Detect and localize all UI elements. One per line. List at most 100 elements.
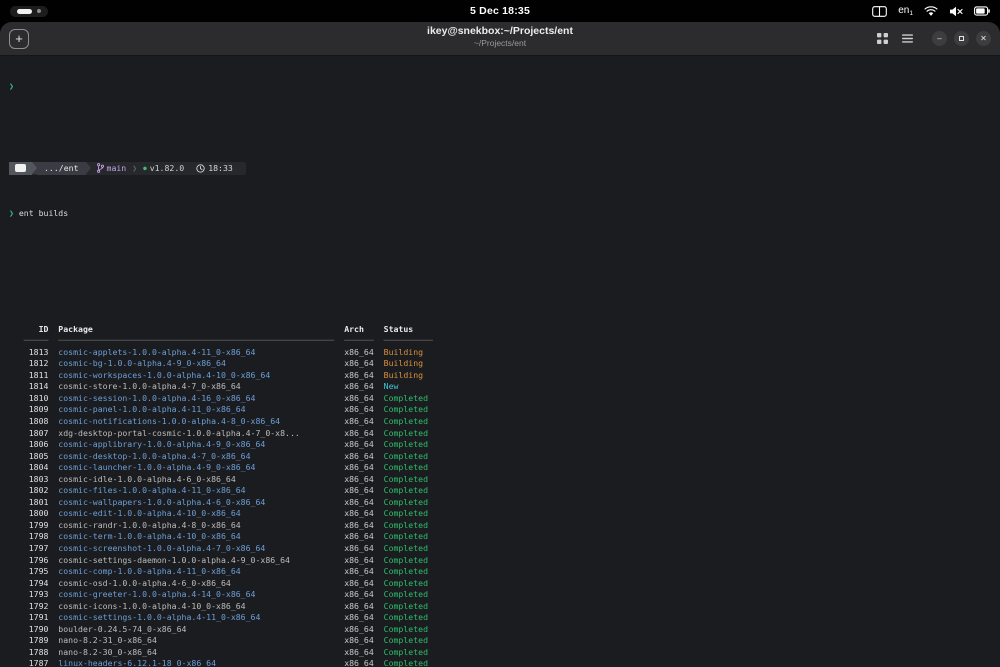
command-text: ent builds: [18, 208, 69, 219]
table-row: 1792 cosmic-icons-1.0.0-alpha.4-10_0-x86…: [9, 601, 992, 613]
row-status: Building: [383, 369, 424, 380]
maximize-button[interactable]: [954, 31, 969, 46]
row-package: cosmic-store-1.0.0-alpha.4-7_0-x86_64: [58, 381, 335, 392]
row-status: Completed: [383, 658, 429, 667]
row-arch: x86_64: [344, 415, 374, 426]
grid-icon: [877, 33, 888, 44]
row-id: 1810: [9, 392, 49, 403]
close-icon: ✕: [980, 33, 987, 43]
row-arch: x86_64: [344, 496, 374, 507]
separator: ─────: [9, 335, 49, 346]
table-row: 1802 cosmic-files-1.0.0-alpha.4-11_0-x86…: [9, 485, 992, 497]
workspace-indicator[interactable]: [10, 5, 48, 17]
row-status: Completed: [383, 508, 429, 519]
minimize-button[interactable]: –: [932, 31, 947, 46]
table-row: 1799 cosmic-randr-1.0.0-alpha.4-8_0-x86_…: [9, 520, 992, 532]
row-arch: x86_64: [344, 404, 374, 415]
active-workspace-pill: [17, 8, 32, 14]
row-id: 1803: [9, 473, 49, 484]
table-row: 1789 nano-8.2-31_0-x86_64 x86_64 Complet…: [9, 635, 992, 647]
table-row: 1806 cosmic-applibrary-1.0.0-alpha.4-9_0…: [9, 439, 992, 451]
separator: ────────────────────────────────────────…: [58, 335, 335, 346]
clock[interactable]: 5 Dec 18:35: [470, 5, 530, 17]
hamburger-icon: [902, 34, 913, 43]
table-row: 1796 cosmic-settings-daemon-1.0.0-alpha.…: [9, 555, 992, 567]
table-row: 1814 cosmic-store-1.0.0-alpha.4-7_0-x86_…: [9, 381, 992, 393]
col-header-arch: Arch: [344, 323, 374, 334]
prompt-bar-wrap: .../ent main ❯ ● v1.82.0 18:33: [9, 161, 246, 175]
row-status: Building: [383, 346, 424, 357]
row-id: 1787: [9, 658, 49, 667]
close-button[interactable]: ✕: [976, 31, 991, 46]
row-status: Completed: [383, 450, 429, 461]
row-package: cosmic-comp-1.0.0-alpha.4-11_0-x86_64: [58, 566, 335, 577]
row-package: linux-headers-6.12.1-18_0-x86_64: [58, 658, 335, 667]
table-row: 1790 boulder-0.24.5-74_0-x86_64 x86_64 C…: [9, 624, 992, 636]
row-arch: x86_64: [344, 577, 374, 588]
tab-overview-button[interactable]: [874, 30, 891, 47]
window-controls: – ✕: [932, 31, 991, 46]
separator: ──────: [344, 335, 374, 346]
table-row: 1800 cosmic-edit-1.0.0-alpha.4-10_0-x86_…: [9, 508, 992, 520]
window-title: ikey@snekbox:~/Projects/ent: [427, 25, 573, 37]
title-block: ikey@snekbox:~/Projects/ent ~/Projects/e…: [427, 25, 573, 48]
row-status: Completed: [383, 427, 429, 438]
table-row: 1791 cosmic-settings-1.0.0-alpha.4-11_0-…: [9, 612, 992, 624]
row-package: cosmic-applets-1.0.0-alpha.4-11_0-x86_64: [58, 346, 335, 357]
row-package: boulder-0.24.5-74_0-x86_64: [58, 623, 335, 634]
row-status: Completed: [383, 404, 429, 415]
row-id: 1799: [9, 519, 49, 530]
menu-button[interactable]: [899, 31, 916, 46]
row-status: Completed: [383, 600, 429, 611]
table-row: 1812 cosmic-bg-1.0.0-alpha.4-9_0-x86_64 …: [9, 358, 992, 370]
terminal[interactable]: ❯ .../ent main ❯ ● v1.82.0 18:33 ❯ ent b…: [0, 56, 1000, 667]
row-id: 1807: [9, 427, 49, 438]
prompt-symbol: ❯: [9, 81, 14, 92]
row-package: cosmic-workspaces-1.0.0-alpha.4-10_0-x86…: [58, 369, 335, 380]
row-package: cosmic-files-1.0.0-alpha.4-11_0-x86_64: [58, 485, 335, 496]
row-package: cosmic-notifications-1.0.0-alpha.4-8_0-x…: [58, 415, 335, 426]
row-package: cosmic-edit-1.0.0-alpha.4-10_0-x86_64: [58, 508, 335, 519]
row-status: Completed: [383, 554, 429, 565]
new-tab-button[interactable]: +: [9, 28, 29, 49]
row-status: Completed: [383, 542, 429, 553]
row-package: cosmic-greeter-1.0.0-alpha.4-14_0-x86_64: [58, 589, 335, 600]
row-status: Completed: [383, 439, 429, 450]
table-row: 1809 cosmic-panel-1.0.0-alpha.4-11_0-x86…: [9, 404, 992, 416]
row-status: Completed: [383, 473, 429, 484]
row-id: 1808: [9, 415, 49, 426]
row-package: cosmic-launcher-1.0.0-alpha.4-9_0-x86_64: [58, 462, 335, 473]
top-bar: 5 Dec 18:35 en 1: [0, 0, 1000, 22]
row-arch: x86_64: [344, 554, 374, 565]
row-status: New: [383, 381, 399, 392]
table-row: 1810 cosmic-session-1.0.0-alpha.4-16_0-x…: [9, 393, 992, 405]
table-row: 1797 cosmic-screenshot-1.0.0-alpha.4-7_0…: [9, 543, 992, 555]
row-arch: x86_64: [344, 531, 374, 542]
tiling-icon: [872, 5, 888, 17]
terminal-window: + ikey@snekbox:~/Projects/ent ~/Projects…: [0, 22, 1000, 667]
titlebar-actions: – ✕: [874, 30, 991, 47]
row-package: cosmic-applibrary-1.0.0-alpha.4-9_0-x86_…: [58, 439, 335, 450]
row-package: nano-8.2-31_0-x86_64: [58, 635, 335, 646]
row-id: 1796: [9, 554, 49, 565]
separator: ──────────: [383, 335, 433, 346]
row-id: 1790: [9, 623, 49, 634]
row-status: Building: [383, 358, 424, 369]
wifi-icon: [924, 5, 938, 17]
current-directory: .../ent: [44, 162, 79, 173]
row-arch: x86_64: [344, 600, 374, 611]
row-id: 1806: [9, 439, 49, 450]
prompt-path-segment: .../ent: [37, 161, 86, 175]
plus-icon: +: [15, 31, 23, 46]
row-arch: x86_64: [344, 485, 374, 496]
prompt-line-empty: ❯: [9, 81, 992, 93]
row-status: Completed: [383, 519, 429, 530]
status-area[interactable]: en 1: [872, 6, 990, 17]
row-package: xdg-desktop-portal-cosmic-1.0.0-alpha.4-…: [58, 427, 335, 438]
row-id: 1814: [9, 381, 49, 392]
row-package: cosmic-osd-1.0.0-alpha.4-6_0-x86_64: [58, 577, 335, 588]
table-row: 1811 cosmic-workspaces-1.0.0-alpha.4-10_…: [9, 370, 992, 382]
